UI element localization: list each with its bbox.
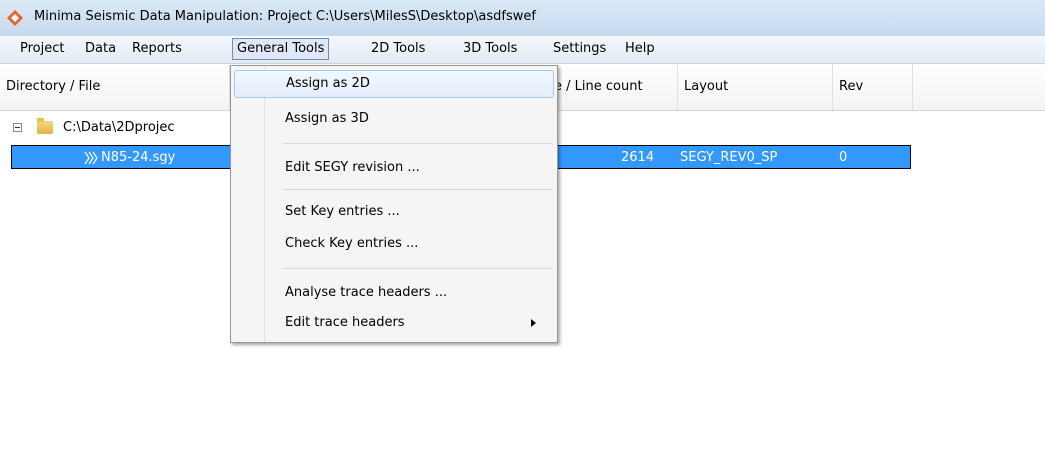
menu-separator xyxy=(283,189,553,190)
menu-item-check-key-entries[interactable]: Check Key entries ... xyxy=(234,230,554,258)
menu-3d-tools[interactable]: 3D Tools xyxy=(459,39,521,59)
menu-help[interactable]: Help xyxy=(621,39,659,59)
collapse-icon[interactable] xyxy=(13,123,22,132)
window-title: Minima Seismic Data Manipulation: Projec… xyxy=(34,9,536,24)
menu-item-analyse-trace-headers[interactable]: Analyse trace headers ... xyxy=(234,279,554,307)
file-name: N85-24.sgy xyxy=(101,150,176,165)
menu-item-assign-3d[interactable]: Assign as 3D xyxy=(234,105,554,133)
menu-item-edit-trace-headers[interactable]: Edit trace headers xyxy=(234,309,554,337)
file-line-count: 2614 xyxy=(621,150,655,165)
app-logo-icon xyxy=(7,10,23,26)
column-rev[interactable]: Rev xyxy=(833,64,913,110)
menu-project[interactable]: Project xyxy=(16,39,68,59)
column-line-count[interactable]: e / Line count xyxy=(548,64,678,110)
menu-data[interactable]: Data xyxy=(81,39,120,59)
menu-item-set-key-entries[interactable]: Set Key entries ... xyxy=(234,198,554,226)
menu-separator xyxy=(283,143,553,144)
file-layout: SEGY_REV0_SP xyxy=(680,150,778,165)
menu-reports[interactable]: Reports xyxy=(128,39,186,59)
menu-item-assign-2d[interactable]: Assign as 2D xyxy=(234,70,554,98)
menu-2d-tools[interactable]: 2D Tools xyxy=(367,39,429,59)
column-directory-file[interactable]: Directory / File xyxy=(0,64,230,110)
folder-name: C:\Data\2Dprojec xyxy=(63,120,175,135)
submenu-arrow-icon xyxy=(531,319,536,327)
column-layout[interactable]: Layout xyxy=(678,64,833,110)
menu-bar: Project Data Reports General Tools 2D To… xyxy=(0,36,1045,64)
file-rev: 0 xyxy=(839,150,848,165)
menu-item-edit-segy-revision[interactable]: Edit SEGY revision ... xyxy=(234,154,554,182)
folder-icon xyxy=(37,118,53,134)
title-bar: Minima Seismic Data Manipulation: Projec… xyxy=(0,0,1045,36)
menu-separator xyxy=(283,268,553,269)
menu-settings[interactable]: Settings xyxy=(549,39,610,59)
seismic-file-icon xyxy=(84,151,98,165)
general-tools-menu: Assign as 2D Assign as 3D Edit SEGY revi… xyxy=(230,65,558,343)
menu-item-edit-trace-headers-label: Edit trace headers xyxy=(285,315,405,330)
menu-general-tools[interactable]: General Tools xyxy=(232,38,330,60)
